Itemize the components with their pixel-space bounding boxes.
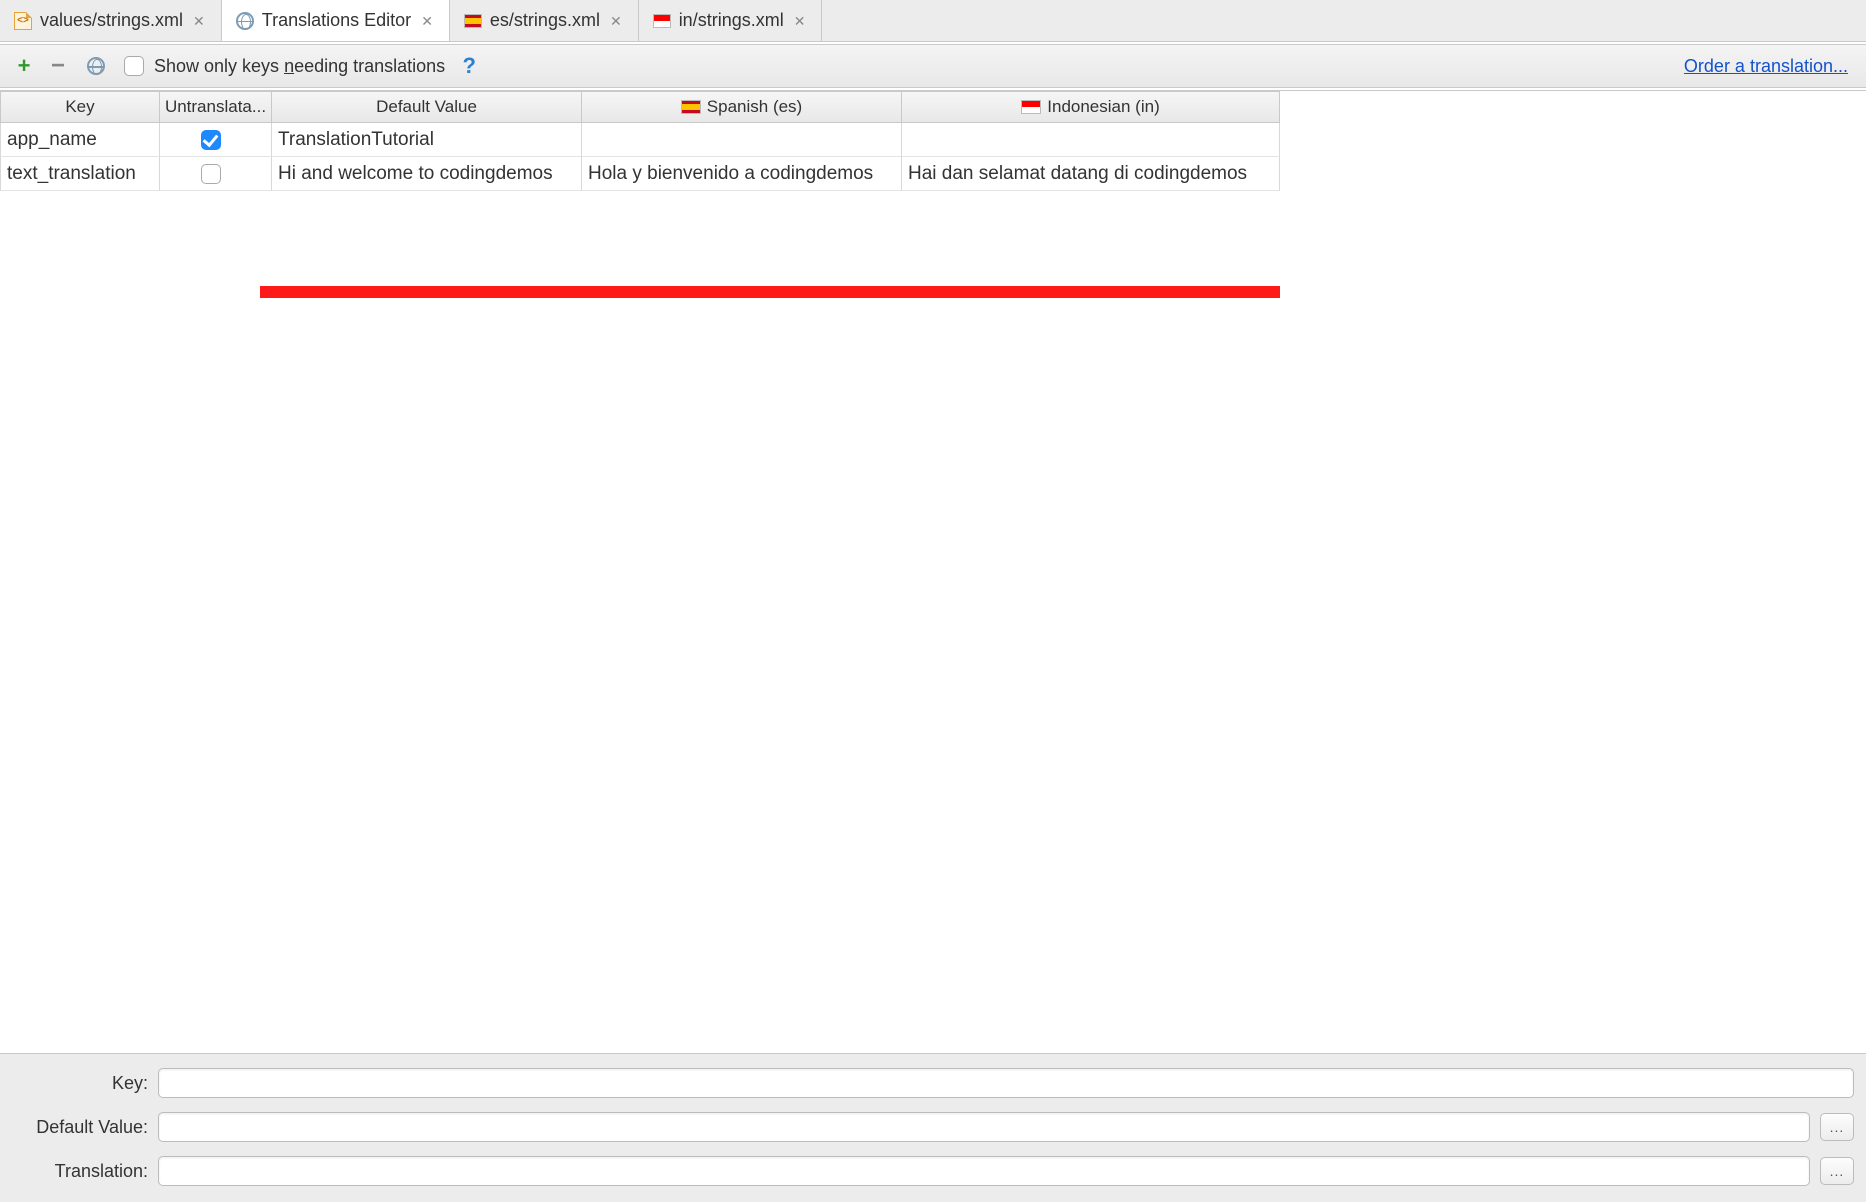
help-icon: ? (462, 53, 475, 79)
form-row-key: Key: (12, 1068, 1854, 1098)
default-value-label: Default Value: (12, 1117, 148, 1138)
flag-es-icon (464, 14, 482, 28)
form-row-translation: Translation: ... (12, 1156, 1854, 1186)
close-icon[interactable]: ✕ (792, 14, 808, 28)
table-empty-area (0, 191, 1866, 1053)
show-only-needing-label: Show only keys needing translations (154, 56, 445, 77)
untranslatable-checkbox[interactable] (201, 130, 221, 150)
label-text: Show only keys (154, 56, 284, 76)
xml-file-icon: <> (14, 14, 32, 28)
flag-es-icon (681, 100, 701, 114)
label-text: eeding translations (294, 56, 445, 76)
flag-in-icon (1021, 100, 1041, 114)
column-header-default[interactable]: Default Value (272, 91, 582, 123)
tab-translations-editor[interactable]: Translations Editor ✕ (222, 0, 450, 41)
key-input[interactable] (158, 1068, 1854, 1098)
cell-default[interactable]: Hi and welcome to codingdemos (272, 157, 582, 191)
column-header-key[interactable]: Key (0, 91, 160, 123)
cell-spanish[interactable]: Hola y bienvenido a codingdemos (582, 157, 902, 191)
add-key-button[interactable]: + (10, 52, 38, 80)
plus-icon: + (18, 53, 31, 79)
tab-es-strings[interactable]: es/strings.xml ✕ (450, 0, 639, 41)
show-only-needing-checkbox[interactable] (124, 56, 144, 76)
default-value-input[interactable] (158, 1112, 1810, 1142)
globe-icon (236, 14, 254, 28)
cell-indonesian[interactable]: Hai dan selamat datang di codingdemos (902, 157, 1280, 191)
close-icon[interactable]: ✕ (608, 14, 624, 28)
tab-bar: <> values/strings.xml ✕ Translations Edi… (0, 0, 1866, 42)
key-label: Key: (12, 1073, 148, 1094)
add-locale-button[interactable] (82, 52, 110, 80)
column-header-indonesian[interactable]: Indonesian (in) (902, 91, 1280, 123)
tab-label: values/strings.xml (40, 10, 183, 31)
translation-input[interactable] (158, 1156, 1810, 1186)
help-button[interactable]: ? (455, 52, 483, 80)
annotation-highlight (260, 286, 1280, 298)
cell-indonesian[interactable] (902, 123, 1280, 157)
flag-in-icon (653, 14, 671, 28)
default-value-expand-button[interactable]: ... (1820, 1113, 1854, 1141)
tab-label: Translations Editor (262, 10, 411, 31)
tab-label: in/strings.xml (679, 10, 784, 31)
toolbar-container: + − Show only keys needing translations … (0, 42, 1866, 91)
cell-untranslatable[interactable] (160, 123, 272, 157)
close-icon[interactable]: ✕ (191, 14, 207, 28)
column-header-untranslatable[interactable]: Untranslata... (160, 91, 272, 123)
toolbar: + − Show only keys needing translations … (0, 44, 1866, 88)
globe-icon (87, 57, 105, 75)
translations-table: Key Untranslata... Default Value Spanish… (0, 91, 1866, 191)
tab-values-strings[interactable]: <> values/strings.xml ✕ (0, 0, 222, 41)
tab-in-strings[interactable]: in/strings.xml ✕ (639, 0, 823, 41)
translation-label: Translation: (12, 1161, 148, 1182)
cell-default[interactable]: TranslationTutorial (272, 123, 582, 157)
cell-spanish[interactable] (582, 123, 902, 157)
untranslatable-checkbox[interactable] (201, 164, 221, 184)
column-header-label: Spanish (es) (707, 97, 802, 117)
cell-key[interactable]: text_translation (0, 157, 160, 191)
tab-label: es/strings.xml (490, 10, 600, 31)
detail-panel: Key: Default Value: ... Translation: ... (0, 1053, 1866, 1202)
form-row-default: Default Value: ... (12, 1112, 1854, 1142)
label-text: n (284, 56, 294, 76)
cell-key[interactable]: app_name (0, 123, 160, 157)
column-header-label: Indonesian (in) (1047, 97, 1159, 117)
close-icon[interactable]: ✕ (419, 14, 435, 28)
remove-key-button[interactable]: − (44, 52, 72, 80)
column-header-spanish[interactable]: Spanish (es) (582, 91, 902, 123)
order-translation-link[interactable]: Order a translation... (1684, 56, 1856, 77)
translation-expand-button[interactable]: ... (1820, 1157, 1854, 1185)
cell-untranslatable[interactable] (160, 157, 272, 191)
